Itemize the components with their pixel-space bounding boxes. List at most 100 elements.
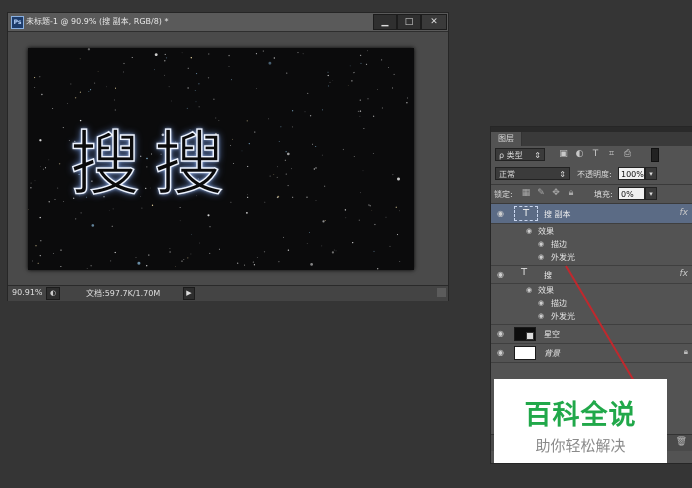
status-options-icon[interactable]: ◐ <box>46 287 60 300</box>
fill-dropdown-button[interactable]: ▾ <box>645 187 657 200</box>
layer-name[interactable]: 搜 副本 <box>544 209 571 220</box>
type-filter-icon[interactable]: T <box>590 149 601 160</box>
eye-visibility-icon[interactable]: ◉ <box>538 253 544 261</box>
canvas-area[interactable]: 搜 搜 <box>8 32 448 285</box>
layer-thumbnail <box>514 346 536 360</box>
watermark-subtitle: 助你轻松解决 <box>535 437 626 455</box>
effect-outer-glow[interactable]: 外发光 <box>551 252 575 263</box>
eye-visibility-icon[interactable]: ◉ <box>538 299 544 307</box>
star <box>256 88 258 90</box>
eye-visibility-icon[interactable]: ◉ <box>526 227 532 235</box>
star <box>67 102 68 104</box>
star <box>331 251 334 254</box>
smartobject-filter-icon[interactable]: ⎙ <box>622 149 633 160</box>
resize-grip-icon[interactable] <box>437 288 446 297</box>
star <box>397 177 400 181</box>
maximize-button[interactable]: □ <box>397 14 421 30</box>
chevron-updown-icon: ⇕ <box>534 151 541 160</box>
lock-all-icon[interactable]: 🔒︎ <box>566 188 576 198</box>
star <box>347 85 349 86</box>
star <box>91 224 95 227</box>
layer-row-starry-sky[interactable]: ◉ 星空 <box>491 325 692 344</box>
star <box>322 220 325 223</box>
close-button[interactable]: ✕ <box>421 14 447 30</box>
star <box>285 151 287 153</box>
star <box>345 217 347 219</box>
star <box>153 69 155 71</box>
status-menu-arrow-button[interactable]: ▶ <box>183 287 195 300</box>
effect-outer-glow[interactable]: 外发光 <box>551 311 575 322</box>
star <box>75 218 77 220</box>
shape-filter-icon[interactable]: ⌗ <box>606 149 617 160</box>
eye-visibility-icon[interactable]: ◉ <box>497 209 504 218</box>
star <box>230 201 232 203</box>
star <box>381 59 383 61</box>
opacity-dropdown-button[interactable]: ▾ <box>645 167 657 180</box>
star <box>35 245 37 247</box>
eye-visibility-icon[interactable]: ◉ <box>497 329 504 338</box>
star <box>264 201 266 203</box>
star <box>360 62 362 64</box>
layer-name[interactable]: 星空 <box>544 329 560 340</box>
eye-visibility-icon[interactable]: ◉ <box>497 348 504 357</box>
fx-effects-icon[interactable]: fx <box>680 208 689 218</box>
layer-name[interactable]: 背景 <box>544 348 560 359</box>
star <box>79 58 81 60</box>
star <box>399 210 400 212</box>
star <box>244 264 246 266</box>
eye-visibility-icon[interactable]: ◉ <box>526 286 532 294</box>
lock-position-icon[interactable]: ✥ <box>551 188 561 198</box>
star <box>30 187 32 189</box>
image-canvas[interactable]: 搜 搜 <box>28 48 414 270</box>
star <box>307 92 309 94</box>
minimize-button[interactable]: ▁ <box>373 14 397 30</box>
star <box>137 261 141 265</box>
eye-visibility-icon[interactable]: ◉ <box>538 312 544 320</box>
adjustment-filter-icon[interactable]: ◐ <box>574 149 585 160</box>
layer-row-background[interactable]: ◉ 背景 🔒︎ <box>491 344 692 363</box>
opacity-input[interactable]: 100% <box>618 167 645 180</box>
star <box>86 267 88 269</box>
star <box>297 52 299 54</box>
tab-layers[interactable]: 图层 <box>491 132 522 146</box>
layer-filter-select[interactable]: ρ 类型 ⇕ <box>495 148 545 161</box>
star <box>74 97 77 99</box>
star <box>392 174 394 176</box>
star <box>287 249 290 251</box>
eye-visibility-icon[interactable]: ◉ <box>538 240 544 248</box>
star <box>327 71 329 73</box>
star <box>41 93 43 96</box>
star <box>42 168 44 170</box>
star <box>40 166 41 168</box>
star <box>110 260 112 262</box>
zoom-level[interactable]: 90.91% <box>12 288 43 297</box>
star <box>169 251 171 253</box>
star <box>286 152 290 156</box>
star <box>268 61 272 65</box>
star <box>362 170 364 172</box>
star <box>358 219 360 221</box>
layer-row-text-copy[interactable]: ◉ T 搜 副本 fx <box>491 204 692 224</box>
blend-mode-select[interactable]: 正常 ⇕ <box>495 167 570 180</box>
lock-transparency-icon[interactable]: ▦ <box>521 188 531 198</box>
effect-stroke[interactable]: 描边 <box>551 298 567 309</box>
lock-pixels-icon[interactable]: ✎ <box>536 188 546 198</box>
filter-toggle-switch[interactable] <box>651 148 659 162</box>
trash-icon[interactable]: 🗑︎ <box>676 437 687 447</box>
eye-visibility-icon[interactable]: ◉ <box>497 270 504 279</box>
star <box>256 257 258 258</box>
effect-stroke[interactable]: 描边 <box>551 239 567 250</box>
document-titlebar[interactable]: Ps 未标题-1 @ 90.9% (搜 副本, RGB/8) * ▁ □ ✕ <box>8 13 448 32</box>
star <box>393 73 395 75</box>
fill-input[interactable]: 0% <box>618 187 645 200</box>
image-filter-icon[interactable]: ▣ <box>558 149 569 160</box>
fx-effects-icon[interactable]: fx <box>680 269 689 279</box>
layer-name[interactable]: 搜 <box>544 270 552 281</box>
star <box>164 74 165 76</box>
layer-row-text[interactable]: ◉ T 搜 fx <box>491 266 692 284</box>
layer-effects-group: ◉ 效果 ◉ 描边 ◉ 外发光 <box>491 284 692 325</box>
star <box>218 248 220 250</box>
star <box>284 159 286 161</box>
lock-label: 锁定: <box>494 190 513 199</box>
star <box>377 268 379 270</box>
